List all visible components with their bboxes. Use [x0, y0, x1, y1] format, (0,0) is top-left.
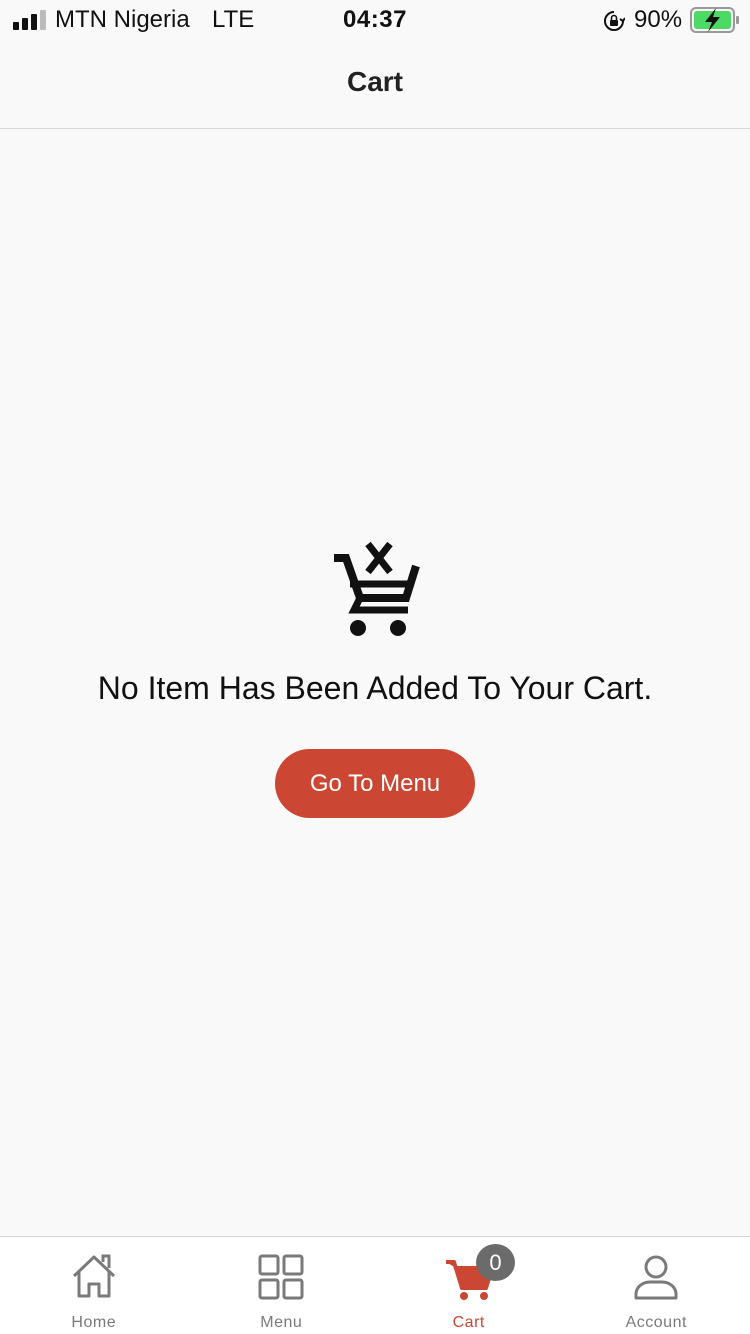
- bottom-tab-bar: Home Menu 0 Cart Account: [0, 1236, 750, 1334]
- tab-account-label: Account: [625, 1314, 687, 1331]
- battery-charging-icon: [690, 7, 739, 33]
- cart-remove-icon: [334, 541, 420, 636]
- home-icon: [72, 1254, 115, 1298]
- page-title: Cart: [346, 66, 403, 97]
- grid-icon: [258, 1254, 304, 1300]
- rotation-lock-icon: [604, 11, 625, 31]
- screen: MTN Nigeria LTE 04:37 90% Cart No Item H…: [0, 0, 750, 1334]
- nav-header: Cart: [0, 44, 750, 129]
- tab-home[interactable]: Home: [0, 1237, 188, 1334]
- tab-menu[interactable]: Menu: [188, 1237, 376, 1334]
- go-to-menu-button[interactable]: Go To Menu: [275, 749, 475, 818]
- empty-cart-message: No Item Has Been Added To Your Cart.: [97, 670, 653, 706]
- cart-count-badge: 0: [476, 1244, 515, 1281]
- user-icon: [634, 1255, 678, 1300]
- tab-cart-label: Cart: [452, 1314, 485, 1331]
- tab-cart[interactable]: 0 Cart: [375, 1237, 563, 1334]
- empty-cart-state: No Item Has Been Added To Your Cart. Go …: [0, 540, 750, 818]
- battery-percent: 90%: [634, 6, 683, 33]
- tab-menu-label: Menu: [260, 1314, 303, 1331]
- status-bar: MTN Nigeria LTE 04:37 90%: [0, 0, 750, 44]
- tab-account[interactable]: Account: [563, 1237, 750, 1334]
- tab-home-label: Home: [71, 1314, 117, 1331]
